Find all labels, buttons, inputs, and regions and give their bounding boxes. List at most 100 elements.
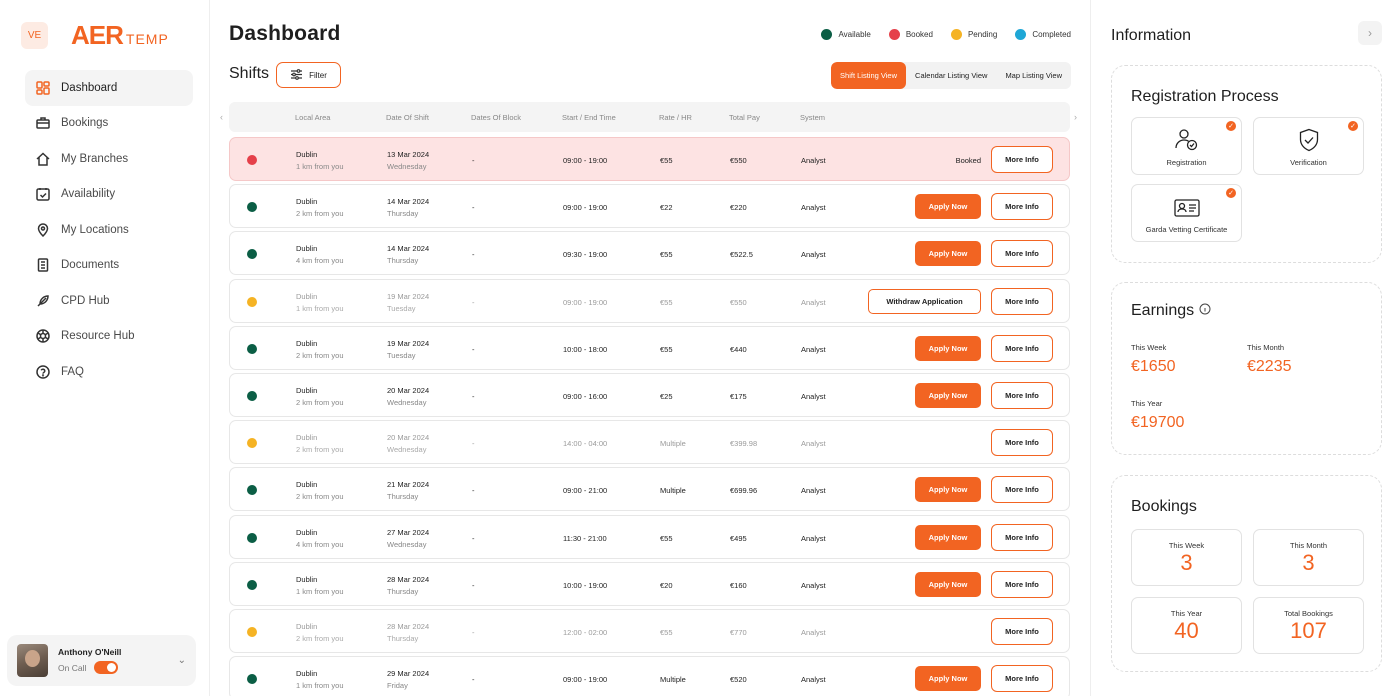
table-row[interactable]: Dublin 2 km from you 20 Mar 2024 Wednesday -… (229, 420, 1070, 465)
column-header: Dates Of Block (471, 113, 522, 122)
bookings-year-value: 40 (1174, 618, 1199, 643)
sidebar-item-label: Resource Hub (61, 330, 135, 343)
info-icon[interactable] (1199, 302, 1211, 320)
table-row[interactable]: Dublin 1 km from you 28 Mar 2024 Thursday - 1… (229, 561, 1070, 606)
on-call-toggle[interactable] (94, 661, 119, 674)
bookings-month-label: This Month (1289, 541, 1328, 550)
local-area-city: Dublin (296, 385, 318, 395)
apply-now-button[interactable]: Apply Now (915, 571, 981, 597)
scroll-right-icon[interactable]: › (1074, 112, 1077, 122)
total-pay: €160 (730, 580, 747, 590)
start-end-time: 09:00 - 19:00 (563, 156, 608, 165)
local-area-city: Dublin (296, 480, 318, 490)
sidebar-item-bookings[interactable]: Bookings (25, 106, 193, 142)
logo[interactable]: AER TEMP (71, 22, 169, 48)
system: Analyst (801, 675, 826, 685)
withdraw-application-button[interactable]: Withdraw Application (868, 288, 981, 314)
more-info-button[interactable]: More Info (991, 146, 1053, 173)
bookings-card: Bookings This Week 3 This Month 3 This Y… (1111, 475, 1382, 672)
chevron-right-icon[interactable]: › (1358, 21, 1382, 45)
local-area-city: Dublin (296, 433, 318, 443)
apply-now-button[interactable]: Apply Now (915, 666, 981, 692)
more-info-button[interactable]: More Info (991, 193, 1053, 221)
more-info-button[interactable]: More Info (991, 287, 1053, 315)
dates-of-block: - (472, 439, 475, 449)
more-info-button[interactable]: More Info (991, 617, 1053, 645)
sidebar-item-dashboard[interactable]: Dashboard (25, 70, 193, 106)
table-row[interactable]: Dublin 1 km from you 29 Mar 2024 Friday - 09:… (229, 656, 1070, 696)
dates-of-block: - (472, 627, 475, 637)
garda-vetting-step[interactable]: ✓ Garda Vetting Certificate (1131, 184, 1242, 242)
user-card[interactable]: Anthony O'Neill On Call ⌄ (7, 635, 196, 686)
more-info-button[interactable]: More Info (991, 240, 1053, 268)
total-pay: €399.98 (730, 439, 758, 449)
shift-date: 28 Mar 2024 (387, 574, 430, 584)
dates-of-block: - (472, 344, 475, 354)
sidebar-item-availability[interactable]: Availability (25, 177, 193, 213)
local-area-city: Dublin (296, 244, 318, 254)
registration-step[interactable]: ✓ Registration (1131, 117, 1242, 175)
apply-now-button[interactable]: Apply Now (915, 477, 981, 503)
table-row[interactable]: Dublin 2 km from you 21 Mar 2024 Thursday - 0… (229, 467, 1070, 512)
sidebar-item-documents[interactable]: Documents (25, 248, 193, 284)
pending-dot-icon (950, 29, 962, 40)
shift-day: Friday (387, 681, 408, 691)
table-row[interactable]: Dublin 4 km from you 14 Mar 2024 Thursday - 0… (229, 231, 1070, 276)
start-end-time: 09:00 - 19:00 (563, 203, 608, 213)
rate-per-hour: Multiple (660, 486, 686, 496)
sidebar-item-label: Availability (61, 188, 116, 201)
table-row[interactable]: Dublin 2 km from you 20 Mar 2024 Wednesday -… (229, 372, 1070, 417)
start-end-time: 09:30 - 19:00 (563, 250, 608, 260)
status-dot-icon (247, 674, 257, 685)
local-area-city: Dublin (296, 621, 318, 631)
status-dot-icon (247, 202, 257, 213)
dates-of-block: - (472, 533, 475, 543)
rate-per-hour: Multiple (660, 675, 686, 685)
apply-now-button[interactable]: Apply Now (915, 524, 981, 550)
sidebar-item-my-branches[interactable]: My Branches (25, 141, 193, 177)
scroll-left-icon[interactable]: ‹ (220, 112, 223, 122)
local-area-city: Dublin (296, 338, 318, 348)
table-row[interactable]: Dublin 2 km from you 19 Mar 2024 Tuesday - 10… (229, 325, 1070, 370)
verification-step[interactable]: ✓ Verification (1253, 117, 1364, 175)
tab-map-listing-view[interactable]: Map Listing View (996, 62, 1071, 89)
more-info-button[interactable]: More Info (991, 334, 1053, 362)
more-info-button[interactable]: More Info (991, 381, 1053, 409)
sidebar-item-label: My Locations (61, 223, 129, 236)
filter-button[interactable]: Filter (276, 62, 341, 88)
rate-per-hour: €22 (660, 203, 673, 213)
apply-now-button[interactable]: Apply Now (915, 382, 981, 408)
table-row[interactable]: Dublin 4 km from you 27 Mar 2024 Wednesday -… (229, 514, 1070, 559)
more-info-button[interactable]: More Info (991, 523, 1053, 551)
chevron-down-icon[interactable]: ⌄ (178, 655, 186, 666)
table-row[interactable]: Dublin 2 km from you 28 Mar 2024 Thursday - 1… (229, 608, 1070, 653)
tab-calendar-listing-view[interactable]: Calendar Listing View (906, 62, 996, 89)
more-info-button[interactable]: More Info (991, 429, 1053, 457)
status-dot-icon (247, 155, 257, 165)
information-panel: Information › Registration Process ✓ Reg… (1090, 0, 1400, 696)
more-info-button[interactable]: More Info (991, 665, 1053, 693)
sidebar-item-my-locations[interactable]: My Locations (25, 212, 193, 248)
table-row[interactable]: Dublin 2 km from you 14 Mar 2024 Thursday - 0… (229, 184, 1070, 229)
apply-now-button[interactable]: Apply Now (915, 335, 981, 361)
table-row[interactable]: Dublin 1 km from you 19 Mar 2024 Tuesday - 09… (229, 278, 1070, 323)
shift-date: 20 Mar 2024 (387, 385, 430, 395)
more-info-button[interactable]: More Info (991, 476, 1053, 504)
sidebar-item-faq[interactable]: FAQ (25, 354, 193, 390)
sidebar-item-cpd-hub[interactable]: CPD Hub (25, 283, 193, 319)
legend-label: Available (838, 30, 871, 39)
tab-shift-listing-view[interactable]: Shift Listing View (831, 62, 907, 89)
legend-item-booked: Booked (888, 29, 933, 40)
dates-of-block: - (472, 580, 475, 590)
completed-dot-icon (1015, 29, 1027, 40)
sidebar-item-resource-hub[interactable]: Resource Hub (25, 319, 193, 355)
workspace-badge[interactable]: VE (21, 22, 48, 49)
dates-of-block: - (472, 297, 475, 307)
apply-now-button[interactable]: Apply Now (915, 241, 981, 267)
system: Analyst (801, 627, 826, 637)
column-header: Local Area (295, 113, 331, 122)
more-info-button[interactable]: More Info (991, 570, 1053, 598)
total-pay: €699.96 (730, 486, 758, 496)
apply-now-button[interactable]: Apply Now (915, 194, 981, 220)
table-row[interactable]: Dublin 1 km from you 13 Mar 2024 Wednesday -… (229, 137, 1070, 181)
